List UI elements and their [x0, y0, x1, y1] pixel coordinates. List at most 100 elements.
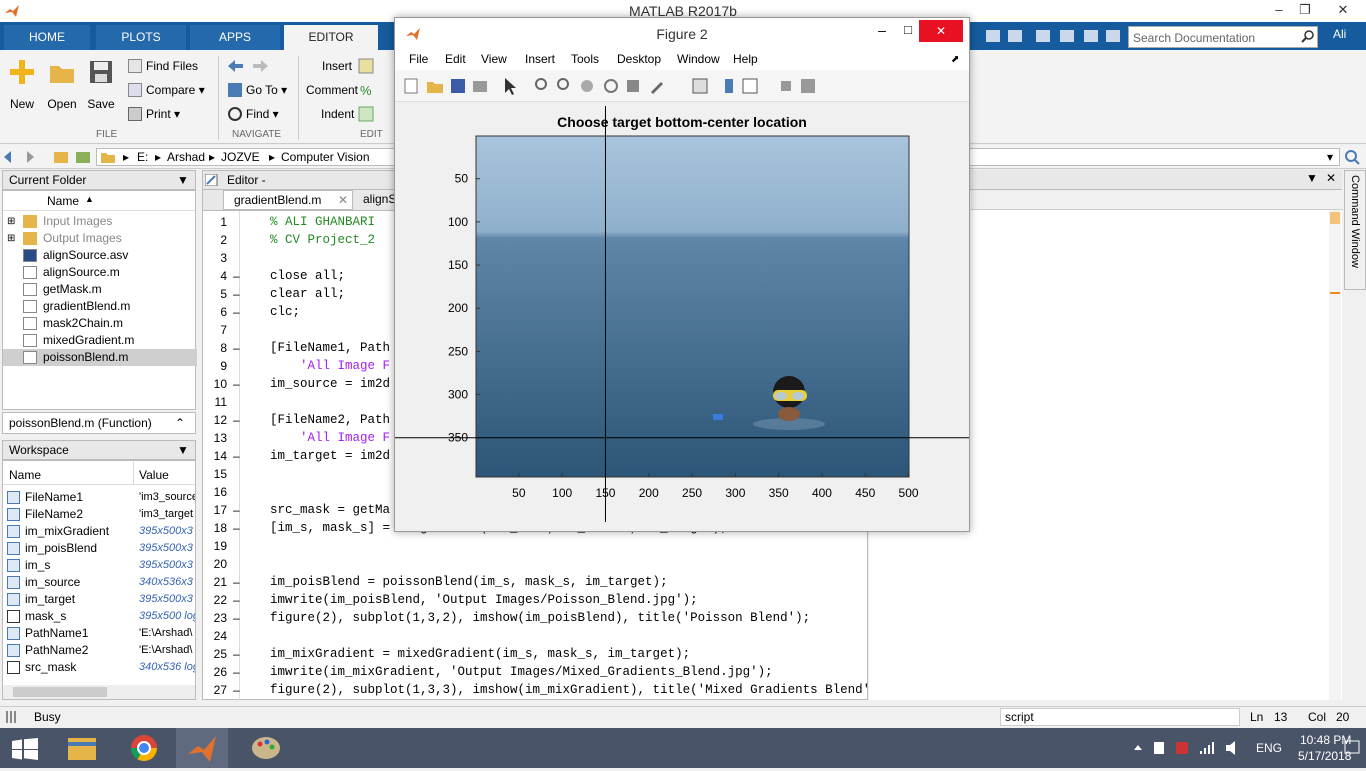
menu-tools[interactable]: Tools [571, 52, 599, 66]
menu-file[interactable]: File [409, 52, 428, 66]
horizontal-scrollbar[interactable] [3, 685, 195, 699]
chevron-up-icon[interactable]: ⌃ [175, 413, 185, 433]
figure-canvas[interactable]: Choose target bottom-center location 50 … [395, 102, 969, 522]
system-tray-icons[interactable] [1130, 740, 1246, 756]
workspace-row[interactable]: PathName1 'E:\Arshad\ [3, 625, 195, 642]
breakpoint-marker[interactable]: – [233, 575, 240, 589]
path-segment[interactable]: Arshad [167, 149, 205, 165]
breakpoint-marker[interactable]: – [233, 341, 240, 355]
breakpoint-marker[interactable]: – [233, 611, 240, 625]
code-line[interactable]: close all; [270, 269, 345, 283]
file-item[interactable]: mixedGradient.m [3, 332, 197, 349]
print-button[interactable]: Print ▾ [128, 104, 180, 124]
notifications-icon[interactable] [1342, 738, 1362, 758]
file-explorer-button[interactable] [56, 728, 108, 768]
menu-edit[interactable]: Edit [445, 52, 466, 66]
code-line[interactable]: % ALI GHANBARI [270, 215, 375, 229]
scrollbar-thumb[interactable] [1330, 212, 1340, 224]
menu-view[interactable]: View [481, 52, 507, 66]
breakpoint-marker[interactable]: – [233, 377, 240, 391]
tab-alignsource[interactable]: alignS [355, 190, 396, 210]
chevron-down-icon[interactable]: ▾ [1327, 149, 1333, 165]
folder-item[interactable]: ⊞ Input Images [3, 213, 197, 230]
code-line[interactable]: figure(2), subplot(1,3,3), imshow(im_mix… [270, 683, 885, 697]
workspace-row[interactable]: im_target 395x500x3 d [3, 591, 195, 608]
go-to-button[interactable]: Go To ▾ [228, 80, 287, 100]
insert-button[interactable]: Insert [322, 56, 352, 76]
code-line[interactable]: clc; [270, 305, 300, 319]
workspace-row[interactable]: FileName1 'im3_source [3, 489, 195, 506]
breakpoint-marker[interactable]: – [233, 665, 240, 679]
path-segment[interactable]: Computer Vision [281, 149, 370, 165]
close-icon[interactable]: ✕ [338, 191, 348, 209]
breakpoint-marker[interactable]: – [233, 287, 240, 301]
workspace-row[interactable]: mask_s 395x500 log [3, 608, 195, 625]
scrollbar-thumb[interactable] [13, 687, 107, 697]
chrome-button[interactable] [118, 728, 170, 768]
workspace-row[interactable]: PathName2 'E:\Arshad\ [3, 642, 195, 659]
figure-maximize-button[interactable]: □ [895, 22, 921, 37]
expand-icon[interactable]: ⊞ [7, 230, 15, 247]
workspace-header[interactable]: Workspace ▼ [2, 440, 196, 460]
breakpoint-marker[interactable]: – [233, 647, 240, 661]
breakpoint-marker[interactable]: – [233, 413, 240, 427]
folder-item[interactable]: ⊞ Output Images [3, 230, 197, 247]
path-segment[interactable]: JOZVE [221, 149, 260, 165]
file-item[interactable]: alignSource.asv [3, 247, 197, 264]
workspace-row[interactable]: im_s 395x500x3 d [3, 557, 195, 574]
breakpoint-marker[interactable]: – [233, 305, 240, 319]
file-item[interactable]: getMask.m [3, 281, 197, 298]
tab-apps[interactable]: APPS [190, 25, 280, 50]
image-axes[interactable]: 50 100 150 200 250 300 350 400 450 500 5010015020… [395, 102, 969, 522]
code-line[interactable]: % CV Project_2 [270, 233, 375, 247]
figure-window[interactable]: Figure 2 – □ ✕ File Edit View Insert Tools De… [394, 17, 970, 532]
search-input[interactable]: Search Documentation [1128, 26, 1318, 48]
code-line[interactable]: im_source = im2d [270, 377, 390, 391]
maximize-button[interactable]: ❐ [1288, 0, 1322, 22]
find-button[interactable]: Find ▾ [228, 104, 279, 124]
breakpoint-marker[interactable]: – [233, 449, 240, 463]
figure-minimize-button[interactable]: – [869, 22, 895, 38]
code-line[interactable]: im_poisBlend = poissonBlend(im_s, mask_s… [270, 575, 668, 589]
code-line[interactable]: imwrite(im_poisBlend, 'Output Images/Poi… [270, 593, 698, 607]
nav-arrows-icon[interactable] [4, 150, 94, 164]
comment-button[interactable]: Comment [306, 80, 358, 100]
language-indicator[interactable]: ENG [1256, 741, 1282, 755]
menu-desktop[interactable]: Desktop [617, 52, 661, 66]
windows-start-icon[interactable] [12, 738, 38, 760]
workspace-row[interactable]: im_mixGradient 395x500x3 d [3, 523, 195, 540]
breakpoint-marker[interactable]: – [233, 521, 240, 535]
tab-gradientblend[interactable]: gradientBlend.m ✕ [223, 190, 353, 210]
code-line[interactable]: clear all; [270, 287, 345, 301]
panel-menu-icon[interactable]: ▼ [177, 441, 189, 459]
edit-tool-icons[interactable]: % [358, 58, 374, 128]
tab-editor[interactable]: EDITOR [284, 25, 378, 50]
tab-plots[interactable]: PLOTS [96, 25, 186, 50]
code-line[interactable]: im_mixGradient = mixedGradient(im_s, mas… [270, 647, 690, 661]
workspace-column-header[interactable]: Name Value [3, 461, 195, 485]
close-button[interactable]: ✕ [1320, 0, 1366, 22]
compare-button[interactable]: Compare ▾ [128, 80, 205, 100]
breakpoint-marker[interactable]: – [233, 503, 240, 517]
menu-insert[interactable]: Insert [525, 52, 555, 66]
file-item[interactable]: mask2Chain.m [3, 315, 197, 332]
panel-menu-icon[interactable]: ▼ [1306, 171, 1318, 185]
file-item[interactable]: alignSource.m [3, 264, 197, 281]
new-button[interactable]: New [2, 58, 42, 111]
workspace-row[interactable]: im_poisBlend 395x500x3 d [3, 540, 195, 557]
command-window-side-tab[interactable]: Command Window [1344, 170, 1366, 290]
code-line[interactable]: 'All Image F [270, 431, 390, 445]
figure-tool-icons[interactable] [403, 76, 823, 96]
indent-button[interactable]: Indent [321, 104, 354, 124]
close-icon[interactable]: ✕ [1326, 171, 1336, 185]
workspace-row[interactable]: src_mask 340x536 log [3, 659, 195, 676]
editor-header[interactable]: Editor - E:\Arshad\JOZVE\Comp [202, 170, 398, 205]
file-details[interactable]: poissonBlend.m (Function) ⌃ [2, 412, 196, 434]
breakpoint-marker[interactable]: – [233, 683, 240, 697]
code-line[interactable]: im_target = im2d [270, 449, 390, 463]
breakpoint-marker[interactable]: – [233, 269, 240, 283]
expand-icon[interactable]: ⊞ [7, 213, 15, 230]
quick-access-icons[interactable] [984, 26, 1124, 46]
matlab-taskbar-button[interactable] [176, 728, 228, 768]
workspace-row[interactable]: FileName2 'im3_target [3, 506, 195, 523]
